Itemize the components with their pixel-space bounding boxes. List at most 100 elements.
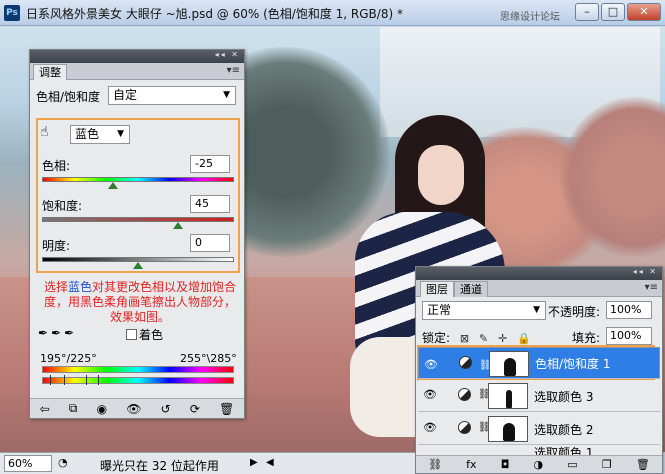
layer-mask-thumbnail[interactable] — [488, 416, 528, 442]
new-adjustment-icon[interactable]: ◑ — [534, 458, 544, 471]
lock-all-icon[interactable]: 🔒 — [517, 332, 531, 345]
layer-mask-thumbnail[interactable] — [489, 351, 529, 377]
minimize-button[interactable]: – — [575, 3, 599, 21]
layer-row-selective-color-2[interactable]: 👁 ⛓ 选取颜色 2 — [418, 413, 660, 445]
window-title-bar: Ps 日系风格外景美女 大眼仔 ~旭.psd @ 60% (色相/饱和度 1, … — [0, 0, 665, 26]
clip-to-layer-icon[interactable]: ⧉ — [69, 401, 78, 416]
layer-name: 色相/饱和度 1 — [535, 357, 611, 371]
colorize-checkbox[interactable]: 着色 — [126, 326, 163, 343]
layers-footer: ⛓ fx ◘ ◑ ▭ ❐ 🗑 — [416, 455, 662, 473]
chevron-down-icon: ▼ — [117, 129, 124, 139]
channel-dropdown[interactable]: 蓝色 ▼ — [70, 125, 130, 144]
new-layer-icon[interactable]: ❐ — [602, 458, 612, 471]
close-button[interactable]: ✕ — [627, 3, 661, 21]
tab-channels[interactable]: 通道 — [454, 281, 488, 297]
color-range-bar-bottom[interactable] — [42, 377, 234, 384]
status-text: 曝光只在 32 位起作用 — [100, 459, 219, 473]
trash-icon[interactable]: 🗑 — [636, 458, 650, 471]
lightness-slider-thumb[interactable] — [133, 262, 143, 269]
eyedropper-minus-icon[interactable]: ✒ — [64, 326, 77, 340]
layer-style-icon[interactable]: fx — [466, 458, 476, 471]
blend-mode-value: 正常 — [427, 303, 452, 317]
adjustment-layer-icon — [458, 388, 471, 401]
colorize-label: 着色 — [139, 328, 164, 342]
note-prefix: 选择 — [43, 280, 68, 294]
eye-icon[interactable]: 👁 — [424, 356, 438, 373]
panel-collapse-icon[interactable]: ◂◂ ✕ — [215, 50, 240, 59]
range-slider-mark[interactable] — [50, 375, 51, 385]
window-title: 日系风格外景美女 大眼仔 ~旭.psd @ 60% (色相/饱和度 1, RGB… — [26, 7, 403, 21]
panel-header-bar[interactable]: ◂◂ ✕ — [416, 267, 662, 280]
new-group-icon[interactable]: ▭ — [567, 458, 577, 471]
layers-panel: ◂◂ ✕ 图层 通道 ▾≡ 正常 ▼ 不透明度: 100% 锁定: ⊠ ✎ ✛ … — [415, 266, 663, 474]
saturation-slider-track[interactable] — [42, 217, 234, 222]
link-layers-icon[interactable]: ⛓ — [428, 458, 442, 471]
layer-name: 选取颜色 3 — [534, 390, 594, 404]
eye-icon[interactable]: 👁 — [423, 388, 437, 401]
opacity-label: 不透明度: — [548, 305, 601, 319]
tab-layers[interactable]: 图层 — [420, 281, 454, 297]
checkbox-icon[interactable] — [126, 329, 137, 340]
note-highlight: 蓝色 — [67, 280, 92, 294]
lock-position-icon[interactable]: ✛ — [498, 332, 507, 345]
layer-name: 选取颜色 2 — [534, 423, 594, 437]
eyedropper-plus-icon[interactable]: ✒ — [51, 326, 64, 340]
previous-state-icon[interactable]: ↺ — [161, 402, 171, 416]
hue-input[interactable]: -25 — [190, 155, 230, 173]
color-range-bar-top — [42, 366, 234, 373]
hue-label: 色相: — [42, 159, 71, 173]
fill-label: 填充: — [572, 331, 601, 345]
preset-value: 自定 — [113, 88, 138, 102]
zoom-input[interactable]: 60% — [4, 455, 52, 472]
reset-icon[interactable]: ⟳ — [190, 402, 200, 416]
adjustments-footer: ⇦ ⧉ ◉ 👁 ↺ ⟳ 🗑 — [30, 398, 244, 418]
layer-row-hue-saturation[interactable]: 👁 ⛓ 色相/饱和度 1 — [418, 347, 660, 379]
tutorial-note: 选择蓝色对其更改色相以及增加饱合度，用黑色柔角画笔擦出人物部分，效果如图。 — [40, 280, 240, 325]
lock-row: 锁定: ⊠ ✎ ✛ 🔒 — [422, 329, 531, 346]
lightness-label: 明度: — [42, 239, 71, 253]
eye-icon[interactable]: 👁 — [423, 421, 437, 434]
back-arrow-icon[interactable]: ⇦ — [40, 402, 50, 416]
lightness-input[interactable]: 0 — [190, 234, 230, 252]
photoshop-logo-icon: Ps — [4, 5, 20, 21]
range-slider-mark[interactable] — [98, 375, 99, 385]
watermark-text: 思缘设计论坛 — [500, 12, 560, 23]
toggle-layer-visibility-icon[interactable]: ◉ — [97, 402, 107, 416]
opacity-input[interactable]: 100% — [606, 301, 652, 319]
maximize-button[interactable]: □ — [601, 3, 625, 21]
hue-slider-thumb[interactable] — [108, 182, 118, 189]
panel-menu-icon[interactable]: ▾≡ — [227, 65, 240, 76]
adjustments-panel: ◂◂ ✕ 调整 ▾≡ 色相/饱和度 自定 ▼ ☝ 蓝色 ▼ 色相: -25 饱和… — [29, 49, 245, 419]
eye-icon[interactable]: 👁 — [126, 402, 141, 416]
tab-adjustments[interactable]: 调整 — [33, 64, 67, 80]
preset-dropdown[interactable]: 自定 ▼ — [108, 86, 236, 105]
panel-header-bar[interactable]: ◂◂ ✕ — [30, 50, 244, 63]
lock-pixels-icon[interactable]: ✎ — [479, 332, 488, 345]
range-slider-mark[interactable] — [86, 375, 87, 385]
scroll-left-icon[interactable]: ◀ — [266, 457, 274, 468]
layer-mask-thumbnail[interactable] — [488, 383, 528, 409]
hue-slider-track[interactable] — [42, 177, 234, 182]
status-options-icon[interactable]: ◔ — [58, 456, 68, 469]
lock-transparency-icon[interactable]: ⊠ — [460, 332, 469, 345]
chevron-down-icon: ▼ — [223, 90, 230, 100]
targeted-adjustment-hand-icon[interactable]: ☝ — [40, 124, 49, 140]
panel-menu-icon[interactable]: ▾≡ — [645, 282, 658, 293]
range-slider-mark[interactable] — [64, 375, 65, 385]
fill-input[interactable]: 100% — [606, 327, 652, 345]
trash-icon[interactable]: 🗑 — [219, 402, 234, 416]
saturation-input[interactable]: 45 — [190, 195, 230, 213]
range-left-label: 195°/225° — [40, 352, 97, 365]
blend-mode-dropdown[interactable]: 正常 ▼ — [422, 301, 546, 320]
status-menu-arrow-icon[interactable]: ▶ — [250, 457, 258, 468]
adjustment-layer-icon — [459, 356, 472, 369]
saturation-label: 饱和度: — [42, 199, 83, 213]
add-mask-icon[interactable]: ◘ — [501, 458, 510, 471]
layer-row-selective-color-3[interactable]: 👁 ⛓ 选取颜色 3 — [418, 380, 660, 412]
panel-collapse-icon[interactable]: ◂◂ ✕ — [633, 267, 658, 276]
channel-value: 蓝色 — [75, 127, 100, 141]
status-bar: 60% ◔ 曝光只在 32 位起作用 ▶ ◀ — [0, 452, 415, 474]
chevron-down-icon: ▼ — [533, 305, 540, 315]
eyedropper-icon[interactable]: ✒ — [38, 326, 51, 340]
saturation-slider-thumb[interactable] — [173, 222, 183, 229]
